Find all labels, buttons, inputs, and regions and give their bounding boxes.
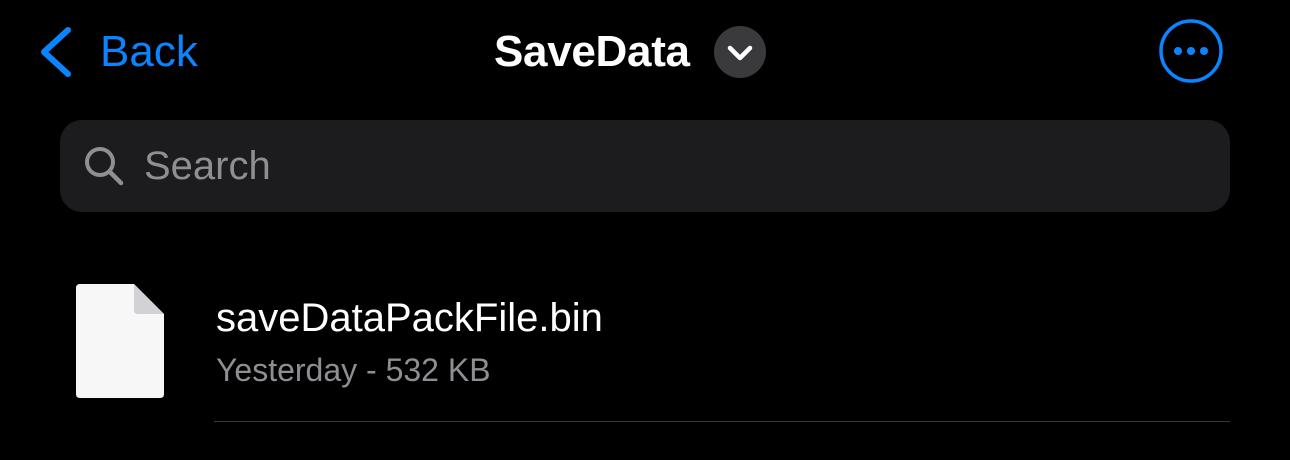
title-group: SaveData	[494, 22, 766, 82]
ellipsis-circle-icon	[1159, 19, 1223, 83]
search-icon	[85, 147, 124, 186]
file-row[interactable]: saveDataPackFile.bin Yesterday - 532 KB	[0, 268, 1290, 424]
back-button[interactable]: Back	[36, 22, 198, 82]
document-icon	[76, 284, 164, 398]
search-bar[interactable]	[60, 120, 1230, 212]
file-name: saveDataPackFile.bin	[216, 296, 603, 340]
page-title: SaveData	[494, 27, 690, 76]
navigation-bar: Back SaveData	[0, 0, 1290, 104]
back-label: Back	[100, 27, 198, 76]
more-options-button[interactable]	[1158, 18, 1224, 84]
row-divider	[214, 421, 1230, 422]
search-input[interactable]	[144, 143, 1144, 189]
file-meta: Yesterday - 532 KB	[216, 352, 491, 388]
chevron-left-icon	[41, 27, 71, 77]
title-menu-button[interactable]	[713, 26, 766, 78]
chevron-down-icon	[727, 45, 752, 61]
